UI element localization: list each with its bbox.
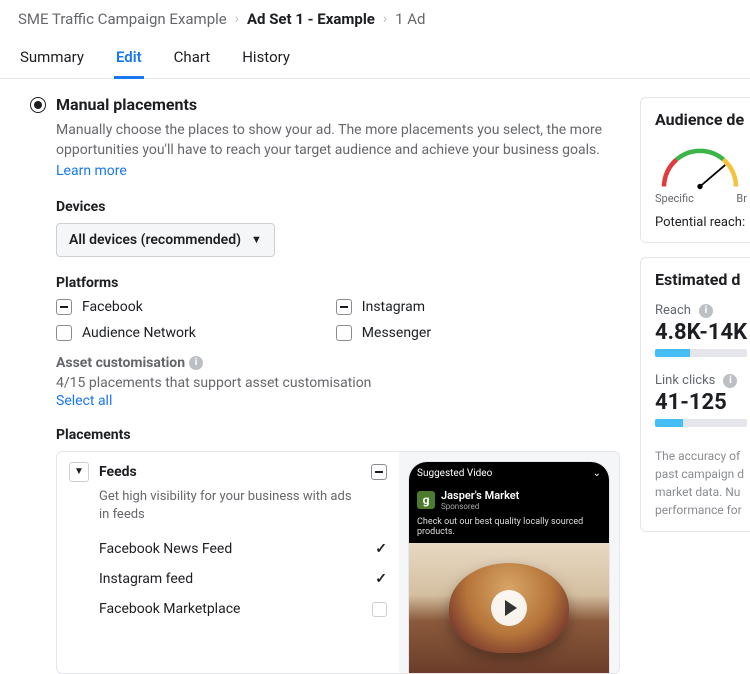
preview-tagline: Check out our best quality locally sourc… — [409, 517, 609, 543]
placement-fb-marketplace[interactable]: Facebook Marketplace — [99, 601, 240, 617]
check-icon[interactable]: ✓ — [375, 571, 387, 587]
checkbox-facebook[interactable] — [56, 299, 72, 315]
platform-facebook: Facebook — [82, 299, 143, 315]
estimated-card-title: Estimated d — [655, 270, 750, 289]
platform-messenger: Messenger — [362, 325, 431, 341]
phone-mockup: Suggested Video ⌄ g Jasper's Market Spon… — [409, 462, 609, 673]
checkbox-feeds-all[interactable] — [371, 464, 387, 480]
devices-dropdown[interactable]: All devices (recommended) ▼ — [56, 223, 275, 257]
preview-image — [409, 543, 609, 673]
clicks-label: Link clicks — [655, 373, 715, 388]
caret-down-icon: ▼ — [251, 233, 262, 246]
disclaimer-text: The accuracy of past campaign d market d… — [655, 447, 750, 519]
placement-preview: Suggested Video ⌄ g Jasper's Market Spon… — [399, 452, 619, 673]
reach-label: Reach — [655, 303, 691, 318]
chevron-right-icon: › — [383, 11, 387, 27]
feeds-desc: Get high visibility for your business wi… — [99, 488, 359, 524]
breadcrumb-ads[interactable]: 1 Ad — [395, 10, 425, 28]
audience-gauge — [655, 141, 745, 186]
potential-reach: Potential reach: — [655, 215, 750, 230]
preview-sponsored: Sponsored — [441, 502, 519, 511]
collapse-feeds-button[interactable]: ▼ — [69, 462, 89, 482]
tab-chart[interactable]: Chart — [172, 40, 213, 78]
placements-box: ▼ Feeds Get high visibility for your bus… — [56, 451, 620, 674]
breadcrumb-adset[interactable]: Ad Set 1 - Example — [247, 10, 375, 28]
devices-label: Devices — [56, 199, 620, 215]
placements-label: Placements — [56, 427, 620, 443]
check-icon[interactable]: ✓ — [375, 541, 387, 557]
asset-customisation-support: 4/15 placements that support asset custo… — [56, 375, 620, 391]
chevron-down-icon: ⌄ — [593, 468, 601, 479]
estimated-results-card: Estimated d Reach i 4.8K-14K Link clicks… — [640, 257, 750, 532]
devices-dropdown-value: All devices (recommended) — [69, 232, 241, 248]
asset-customisation-label: Asset customisation i — [56, 355, 620, 371]
checkbox-instagram[interactable] — [336, 299, 352, 315]
platform-instagram: Instagram — [362, 299, 425, 315]
platforms-label: Platforms — [56, 275, 620, 291]
breadcrumb: SME Traffic Campaign Example › Ad Set 1 … — [0, 0, 750, 32]
chevron-right-icon: › — [235, 11, 239, 27]
reach-value: 4.8K-14K — [655, 320, 750, 345]
breadcrumb-campaign[interactable]: SME Traffic Campaign Example — [18, 10, 227, 28]
placement-fb-news-feed[interactable]: Facebook News Feed — [99, 541, 232, 557]
checkbox-messenger[interactable] — [336, 325, 352, 341]
learn-more-link[interactable]: Learn more — [56, 163, 127, 179]
play-icon[interactable] — [491, 590, 527, 626]
info-icon[interactable]: i — [699, 304, 713, 318]
feeds-title: Feeds — [99, 464, 137, 480]
audience-card-title: Audience de — [655, 110, 750, 129]
tab-edit[interactable]: Edit — [114, 40, 144, 79]
radio-manual-placements[interactable] — [30, 97, 46, 113]
preview-suggested-label: Suggested Video — [417, 468, 492, 479]
select-all-link[interactable]: Select all — [56, 393, 620, 409]
tab-history[interactable]: History — [240, 40, 292, 78]
audience-definition-card: Audience de Specific Br Potential reach: — [640, 97, 750, 243]
clicks-value: 41-125 — [655, 390, 750, 415]
preview-brand: Jasper's Market — [441, 489, 519, 502]
brand-logo-icon: g — [417, 491, 435, 509]
tabs: Summary Edit Chart History — [0, 32, 750, 79]
placement-instagram-feed[interactable]: Instagram feed — [99, 571, 193, 587]
checkbox-audience-network[interactable] — [56, 325, 72, 341]
manual-placements-desc: Manually choose the places to show your … — [56, 120, 616, 181]
platform-audience-network: Audience Network — [82, 325, 196, 341]
manual-placements-title: Manual placements — [56, 95, 197, 114]
info-icon[interactable]: i — [189, 356, 203, 370]
clicks-bar — [655, 419, 747, 427]
checkbox-fb-marketplace[interactable] — [372, 602, 387, 617]
tab-summary[interactable]: Summary — [18, 40, 86, 78]
reach-bar — [655, 349, 747, 357]
info-icon[interactable]: i — [723, 374, 737, 388]
